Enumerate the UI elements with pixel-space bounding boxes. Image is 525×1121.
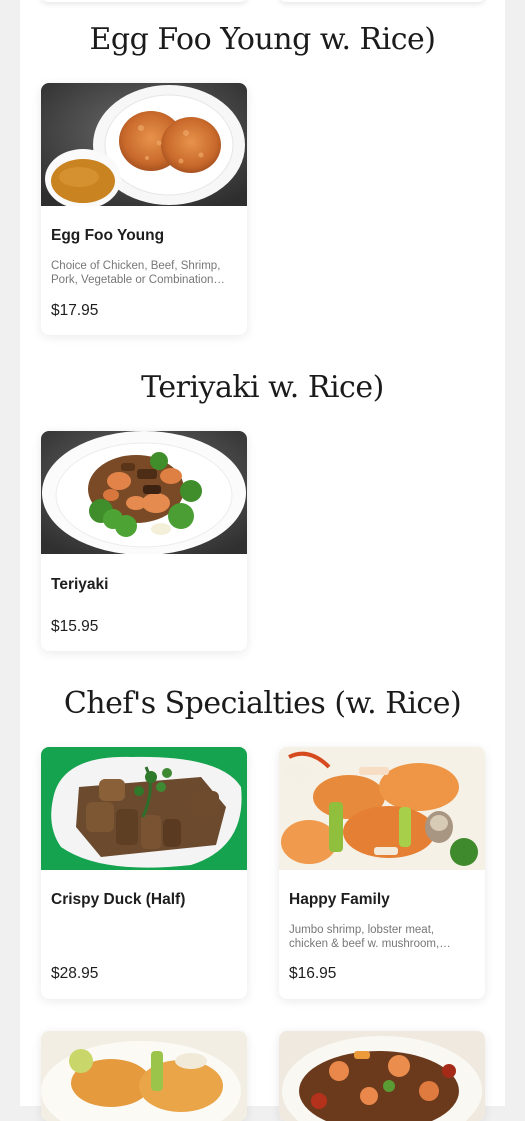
egg-foo-young-image <box>41 83 247 206</box>
menu-card-next-row[interactable] <box>41 1031 247 1121</box>
item-description-line: Pork, Vegetable or Combination… <box>51 274 225 286</box>
item-price: $16.95 <box>289 965 337 982</box>
teriyaki-image <box>41 431 247 554</box>
item-description: Choice of Chicken, Beef, Shrimp, Pork, V… <box>51 259 239 287</box>
dish-image <box>41 1031 247 1121</box>
menu-card-stub[interactable] <box>279 0 485 2</box>
item-price: $15.95 <box>51 618 99 635</box>
menu-card-next-row[interactable] <box>279 1031 485 1121</box>
menu-card-happy-family[interactable]: Happy Family Jumbo shrimp, lobster meat,… <box>279 747 485 999</box>
menu-card-egg-foo-young[interactable]: Egg Foo Young Choice of Chicken, Beef, S… <box>41 83 247 335</box>
item-description-line: chicken & beef w. mushroom,… <box>289 938 451 950</box>
item-price: $28.95 <box>51 965 99 982</box>
item-name: Crispy Duck (Half) <box>51 891 186 908</box>
item-name: Egg Foo Young <box>51 227 165 244</box>
crispy-duck-image <box>41 747 247 870</box>
dish-image <box>279 1031 485 1121</box>
item-name: Happy Family <box>289 891 390 908</box>
item-description: Jumbo shrimp, lobster meat, chicken & be… <box>289 923 477 951</box>
item-name: Teriyaki <box>51 576 109 593</box>
item-description-line: Choice of Chicken, Beef, Shrimp, <box>51 260 221 272</box>
menu-card-teriyaki[interactable]: Teriyaki $15.95 <box>41 431 247 651</box>
section-title-egg-foo-young: Egg Foo Young w. Rice) <box>89 22 436 57</box>
section-title-teriyaki: Teriyaki w. Rice) <box>141 370 384 405</box>
menu-card-crispy-duck[interactable]: Crispy Duck (Half) $28.95 <box>41 747 247 999</box>
item-description-line: Jumbo shrimp, lobster meat, <box>289 924 435 936</box>
previous-section-cards <box>41 0 485 2</box>
menu-card-stub[interactable] <box>41 0 247 2</box>
menu-page: Egg Foo Young w. Rice) Egg Foo Young Cho… <box>20 0 505 1121</box>
section-title-chefs-specialties: Chef's Specialties (w. Rice) <box>63 686 462 721</box>
happy-family-image <box>279 747 485 870</box>
item-price: $17.95 <box>51 302 99 319</box>
